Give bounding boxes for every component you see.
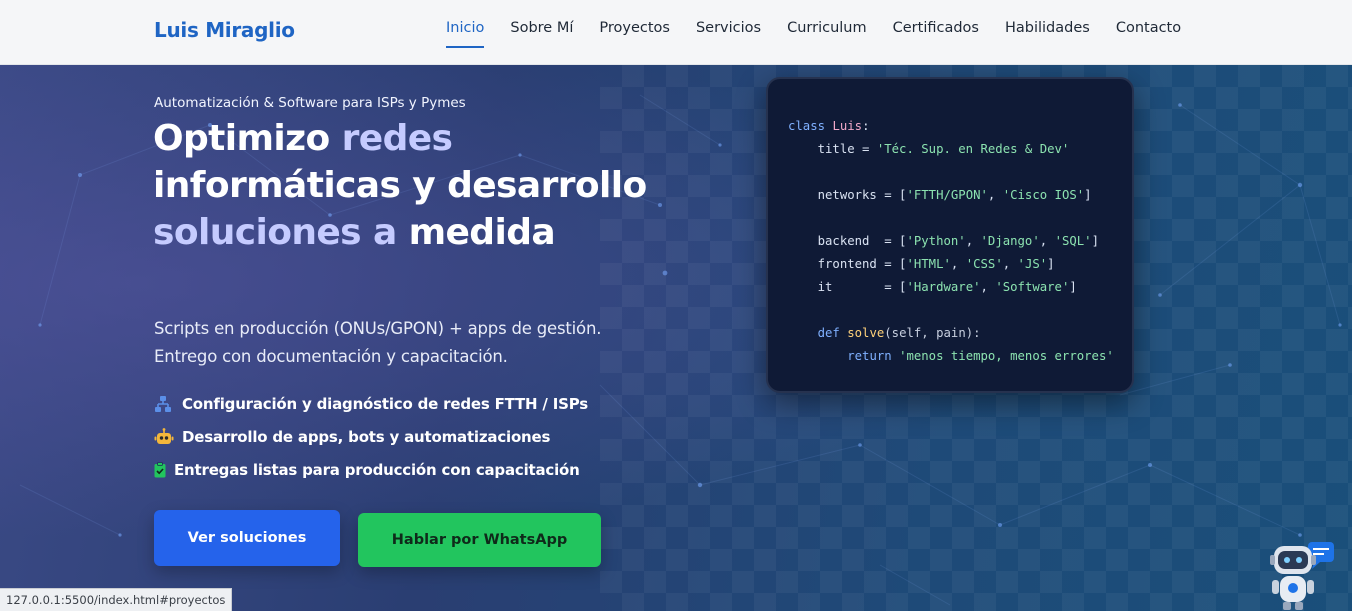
feature-text: Entregas listas para producción con capa… [174, 460, 580, 479]
code-keyword: return [847, 349, 892, 363]
ver-soluciones-button[interactable]: Ver soluciones [154, 510, 340, 566]
code-string: 'JS' [1017, 257, 1048, 271]
code-params: (self, pain): [884, 326, 981, 340]
code-string: 'Software' [995, 280, 1070, 294]
hero-subtitle: Scripts en producción (ONUs/GPON) + apps… [154, 315, 674, 371]
code-line: class Luis: [788, 115, 1132, 138]
hero-title-highlight: soluciones a [153, 212, 397, 253]
hero-title-part: medida [396, 212, 556, 253]
robot-chat-icon [1270, 542, 1334, 610]
feature-list: Configuración y diagnóstico de redes FTT… [154, 387, 588, 486]
code-line: frontend = ['HTML', 'CSS', 'JS'] [788, 253, 1132, 276]
nav-link-servicios[interactable]: Servicios [696, 20, 761, 48]
feature-item: Configuración y diagnóstico de redes FTT… [154, 387, 588, 420]
code-punct: ] [1091, 234, 1099, 248]
navbar: Luis Miraglio Inicio Sobre Mí Proyectos … [0, 0, 1352, 65]
code-text: backend = [ [788, 234, 907, 248]
network-icon [154, 394, 176, 414]
nav-link-inicio[interactable]: Inicio [446, 20, 485, 48]
code-punct: ] [1069, 280, 1077, 294]
code-class-name: Luis [832, 119, 863, 133]
code-punct: , [980, 280, 996, 294]
code-punct: , [987, 188, 1003, 202]
whatsapp-button[interactable]: Hablar por WhatsApp [358, 513, 601, 567]
feature-text: Desarrollo de apps, bots y automatizacio… [182, 427, 551, 446]
feature-text: Configuración y diagnóstico de redes FTT… [182, 394, 588, 413]
code-keyword: class [788, 119, 826, 133]
hero-title-part: Optimizo [153, 118, 342, 159]
code-string: 'Hardware' [906, 280, 981, 294]
code-string: 'SQL' [1054, 234, 1092, 248]
hero-title-part: informáticas y desarrollo [153, 165, 647, 206]
clipboard-check-icon [154, 460, 168, 480]
code-line: networks = ['FTTH/GPON', 'Cisco IOS'] [788, 184, 1132, 207]
code-line: title = 'Téc. Sup. en Redes & Dev' [788, 138, 1132, 161]
code-text: title = [788, 142, 877, 156]
code-string: 'CSS' [965, 257, 1003, 271]
code-function-name: solve [847, 326, 885, 340]
hero-title: Optimizo redes informáticas y desarrollo… [153, 115, 653, 256]
code-string: 'Python' [906, 234, 966, 248]
code-line: it = ['Hardware', 'Software'] [788, 276, 1132, 299]
brand-logo[interactable]: Luis Miraglio [154, 18, 295, 42]
hero-tagline: Automatización & Software para ISPs y Py… [154, 95, 466, 111]
browser-status-url: 127.0.0.1:5500/index.html#proyectos [0, 588, 233, 611]
feature-item: Entregas listas para producción con capa… [154, 453, 588, 486]
code-text: networks = [ [788, 188, 907, 202]
hero-section: Automatización & Software para ISPs y Py… [0, 65, 1352, 611]
code-string: 'menos tiempo, menos errores' [899, 349, 1114, 363]
code-punct: ] [1047, 257, 1055, 271]
hero-title-highlight: redes [341, 118, 453, 159]
nav-link-proyectos[interactable]: Proyectos [599, 20, 670, 48]
code-punct: ] [1084, 188, 1092, 202]
nav-links: Inicio Sobre Mí Proyectos Servicios Curr… [446, 20, 1207, 48]
code-punct: , [1039, 234, 1055, 248]
code-punct: , [950, 257, 966, 271]
nav-link-contacto[interactable]: Contacto [1116, 20, 1181, 48]
hero-subtitle-line: Scripts en producción (ONUs/GPON) + apps… [154, 319, 602, 338]
nav-link-sobre-mi[interactable]: Sobre Mí [510, 20, 573, 48]
code-punct: , [965, 234, 981, 248]
code-string: 'Téc. Sup. en Redes & Dev' [876, 142, 1070, 156]
code-string: 'Django' [980, 234, 1040, 248]
nav-link-certificados[interactable]: Certificados [893, 20, 979, 48]
code-keyword: def [817, 326, 840, 340]
robot-icon [154, 427, 176, 447]
code-text: frontend = [ [788, 257, 907, 271]
code-punct: , [1002, 257, 1018, 271]
code-line: return 'menos tiempo, menos errores' [788, 345, 1132, 368]
code-line: backend = ['Python', 'Django', 'SQL'] [788, 230, 1132, 253]
chatbot-launcher-button[interactable] [1266, 540, 1336, 611]
code-string: 'HTML' [906, 257, 951, 271]
code-string: 'FTTH/GPON' [906, 188, 988, 202]
code-card: class Luis: title = 'Téc. Sup. en Redes … [766, 77, 1134, 393]
code-line: def solve(self, pain): [788, 322, 1132, 345]
code-string: 'Cisco IOS' [1002, 188, 1085, 202]
code-text: it = [ [788, 280, 907, 294]
nav-link-habilidades[interactable]: Habilidades [1005, 20, 1090, 48]
code-punct: : [862, 119, 870, 133]
hero-subtitle-line: Entrego con documentación y capacitación… [154, 347, 508, 366]
nav-link-curriculum[interactable]: Curriculum [787, 20, 867, 48]
feature-item: Desarrollo de apps, bots y automatizacio… [154, 420, 588, 453]
